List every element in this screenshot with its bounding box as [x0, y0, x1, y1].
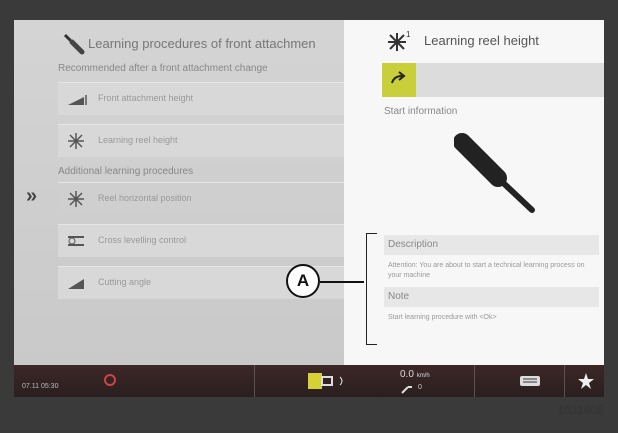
item-label: Cutting angle [98, 277, 152, 287]
favorite-star-icon[interactable] [577, 372, 595, 390]
height-icon [68, 95, 87, 105]
start-button[interactable] [382, 63, 416, 97]
gear-value: 0 [418, 384, 422, 391]
keyboard-icon[interactable] [519, 373, 541, 387]
cutting-angle-icon [68, 279, 84, 289]
detail-panel: 1 Learning reel height Start information… [344, 20, 604, 365]
divider [254, 365, 255, 397]
screwdriver-icon [454, 133, 535, 213]
callout-leader-line [320, 281, 364, 283]
list-item-cross-levelling-control[interactable]: Cross levelling control [58, 224, 344, 257]
list-item-front-attachment-height[interactable]: Front attachment height [58, 82, 344, 115]
speed-readout: 0.0 km/h [400, 369, 430, 380]
description-box: Description Attention: You are about to … [384, 235, 599, 329]
divider [474, 365, 475, 397]
clock: 07.11 05:30 [22, 383, 59, 390]
gear-shift-icon [401, 386, 412, 394]
note-text: Start learning procedure with <Ok> [388, 314, 497, 321]
item-label: Reel horizontal position [98, 193, 192, 203]
panel-title: Learning procedures of front attachmen [88, 36, 316, 51]
list-item-reel-horizontal-position[interactable]: Reel horizontal position [58, 182, 344, 215]
callout-bracket [366, 233, 377, 345]
header-attachment-icon[interactable] [304, 369, 348, 393]
learning-procedures-panel: Learning procedures of front attachmen R… [14, 20, 344, 365]
recommended-label: Recommended after a front attachment cha… [58, 63, 268, 74]
callout-label: A [286, 264, 320, 298]
item-label: Cross levelling control [98, 235, 187, 245]
screwdriver-icon [63, 33, 85, 55]
svg-text:1: 1 [406, 30, 411, 39]
speed-unit: km/h [416, 373, 430, 379]
reel-height-icon [68, 133, 84, 149]
figure-number: 1031606 [557, 403, 604, 417]
display-screen: Learning procedures of front attachmen R… [14, 20, 604, 365]
cross-levelling-icon [68, 236, 84, 246]
description-heading: Description [384, 235, 599, 255]
reel-horizontal-icon [68, 191, 84, 207]
list-item-learning-reel-height[interactable]: Learning reel height [58, 124, 344, 157]
status-bar: 07.11 05:30 0.0 km/h 0 [14, 365, 604, 397]
item-label: Front attachment height [98, 93, 194, 103]
reel-height-icon: 1 [388, 30, 411, 51]
note-heading: Note [384, 287, 599, 307]
warning-icon[interactable] [102, 373, 118, 387]
item-label: Learning reel height [98, 135, 178, 145]
description-text: Attention: You are about to start a tech… [388, 262, 585, 279]
additional-procedures-label: Additional learning procedures [58, 166, 194, 177]
start-information-label: Start information [384, 106, 458, 117]
chevron-right-icon[interactable]: » [26, 185, 37, 208]
arrow-right-icon [391, 71, 406, 84]
divider [564, 365, 565, 397]
detail-title: Learning reel height [424, 33, 539, 48]
speed-value: 0.0 [400, 369, 414, 380]
